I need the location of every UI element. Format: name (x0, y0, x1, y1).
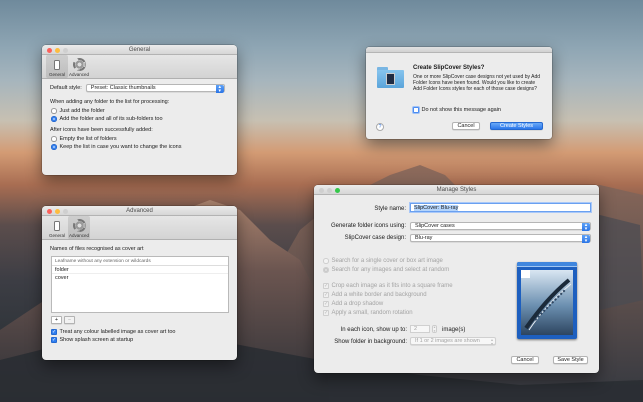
case-design-popup[interactable]: Blu-ray ▴ ▾ (410, 234, 591, 243)
checkmark-icon[interactable]: ✓ (323, 292, 329, 298)
treat-colour-checkbox[interactable]: ✓ Treat any colour labelled image as cove… (51, 329, 228, 335)
radio-random-images[interactable]: Search for any images and select at rand… (323, 267, 453, 273)
minimize-button[interactable] (55, 47, 60, 53)
default-style-popup[interactable]: Preset: Classic thumbnails ▴ ▾ (85, 84, 225, 93)
drop-shadow-checkbox[interactable]: ✓ Add a drop shadow (323, 301, 453, 307)
general-window: General General Advanced Default style: … (42, 45, 237, 175)
dialog-body: One or more SlipCover case designs not y… (413, 74, 541, 92)
checkmark-icon[interactable]: ✓ (323, 301, 329, 307)
preferences-toolbar: General Advanced (42, 55, 237, 79)
list-item[interactable]: folder (52, 266, 228, 274)
minimize-button[interactable] (55, 208, 60, 214)
image-count-field[interactable]: 2 (410, 325, 430, 333)
checkmark-icon[interactable]: ✓ (51, 337, 57, 343)
radio-button[interactable] (51, 136, 57, 142)
radio-just-add[interactable]: Just add the folder (51, 108, 228, 114)
chevron-updown-icon: ▴ ▾ (582, 234, 590, 243)
tab-advanced[interactable]: Advanced (68, 55, 90, 78)
checkmark-icon[interactable]: ✓ (323, 310, 329, 316)
window-title: Advanced (126, 208, 153, 214)
radio-button[interactable] (51, 108, 57, 114)
crop-checkbox[interactable]: ✓ Crop each image as it fits into a squar… (323, 283, 453, 289)
cover-names-list[interactable]: Leafname without any extension or wildca… (51, 256, 229, 313)
save-style-button[interactable]: Save Style (553, 356, 588, 364)
style-preview-image (517, 262, 577, 339)
generate-popup[interactable]: SlipCover cases ▴ ▾ (410, 222, 591, 231)
gear-icon (72, 219, 86, 232)
general-titlebar: General (42, 45, 237, 55)
advanced-window: Advanced General Advanced Names of files… (42, 206, 237, 360)
show-folder-label: Show folder in background: (334, 339, 407, 345)
zoom-button[interactable] (63, 208, 68, 214)
dont-show-checkbox[interactable]: Do not show this message again (413, 107, 501, 113)
chevron-updown-icon: ▴ ▾ (582, 222, 590, 231)
dialog-title: Create SlipCover Styles? (413, 65, 485, 71)
cancel-button[interactable]: Cancel (452, 122, 480, 130)
zoom-button[interactable] (335, 187, 340, 193)
gear-icon (72, 58, 86, 71)
zoom-button[interactable] (63, 47, 68, 53)
tab-advanced[interactable]: Advanced (68, 216, 90, 239)
default-style-label: Default style: (50, 85, 82, 91)
radio-add-subfolders[interactable]: Add the folder and all of its sub-folder… (51, 116, 228, 122)
image-count-suffix: image(s) (442, 327, 466, 333)
list-header: Leafname without any extension or wildca… (52, 257, 228, 266)
general-icon (54, 60, 60, 70)
manage-titlebar: Manage Styles (314, 185, 599, 195)
generate-label: Generate folder icons using: (330, 223, 406, 229)
adding-heading: When adding any folder to the list for p… (50, 99, 170, 105)
white-border-checkbox[interactable]: ✓ Add a white border and background (323, 292, 453, 298)
random-rotation-checkbox[interactable]: ✓ Apply a small, random rotation (323, 310, 453, 316)
image-count-stepper[interactable]: ▴ ▾ (432, 325, 437, 333)
checkmark-icon[interactable]: ✓ (323, 283, 329, 289)
case-design-label: SlipCover case design: (344, 235, 406, 241)
radio-button[interactable] (323, 267, 329, 273)
create-styles-dialog: Create SlipCover Styles? One or more Sli… (366, 47, 552, 139)
radio-single-cover[interactable]: Search for a single cover or box art ima… (323, 258, 453, 264)
window-title: General (128, 47, 151, 53)
tab-general[interactable]: General (46, 216, 68, 239)
close-button[interactable] (47, 208, 52, 214)
create-styles-button[interactable]: Create Styles (490, 122, 543, 130)
cancel-button[interactable]: Cancel (511, 356, 539, 364)
chevron-updown-icon: ▴ ▾ (490, 337, 493, 346)
general-icon (54, 221, 60, 231)
radio-empty-list[interactable]: Empty the list of folders (51, 136, 228, 142)
add-name-button[interactable]: + (51, 316, 62, 324)
list-item[interactable]: cover (52, 274, 228, 282)
checkmark-icon[interactable]: ✓ (51, 329, 57, 335)
preferences-toolbar: General Advanced (42, 216, 237, 240)
advanced-titlebar: Advanced (42, 206, 237, 216)
after-heading: After icons have been successfully added… (50, 127, 153, 133)
options-group: Search for a single cover or box art ima… (323, 258, 453, 318)
radio-button[interactable] (51, 116, 57, 122)
remove-name-button[interactable]: − (64, 316, 75, 324)
show-splash-checkbox[interactable]: ✓ Show splash screen at startup (51, 337, 228, 343)
close-button[interactable] (47, 47, 52, 53)
each-icon-label: In each icon, show up to: (340, 327, 407, 333)
style-name-label: Style name: (374, 206, 406, 212)
tab-general[interactable]: General (46, 55, 68, 78)
cover-art (524, 278, 572, 331)
show-folder-popup[interactable]: If 1 or 2 images are shown ▴ ▾ (410, 337, 496, 345)
checkbox[interactable] (413, 107, 419, 113)
style-name-field[interactable]: SlipCover: Blu-ray (410, 203, 591, 212)
radio-keep-list[interactable]: Keep the list in case you want to change… (51, 144, 228, 150)
close-button[interactable] (319, 187, 324, 193)
help-button[interactable]: ? (376, 123, 384, 131)
chevron-updown-icon: ▴ ▾ (215, 84, 224, 93)
radio-button[interactable] (323, 258, 329, 264)
radio-button[interactable] (51, 144, 57, 150)
manage-styles-window: Manage Styles Style name: SlipCover: Blu… (314, 185, 599, 373)
app-folder-icon (377, 67, 404, 89)
dialog-topbar (366, 47, 552, 53)
window-title: Manage Styles (436, 187, 477, 193)
names-label: Names of files recognised as cover art (50, 246, 144, 252)
minimize-button[interactable] (327, 187, 332, 193)
